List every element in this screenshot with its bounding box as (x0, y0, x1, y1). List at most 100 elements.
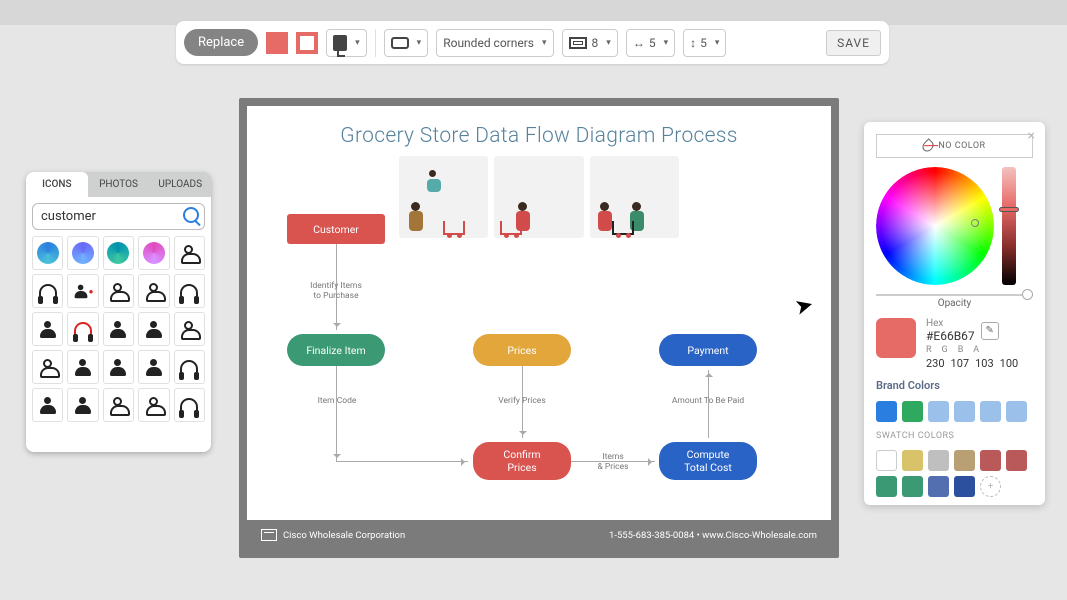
icon-result[interactable] (103, 350, 134, 384)
icon-result[interactable] (138, 236, 169, 270)
padding-v-dropdown[interactable]: ↕ 5 (683, 29, 726, 57)
node-customer[interactable]: Customer (287, 214, 385, 244)
shade-slider[interactable] (1002, 167, 1016, 285)
a-label: A (973, 345, 979, 355)
close-icon[interactable]: × (1028, 128, 1035, 144)
no-color-icon (921, 138, 937, 154)
brand-swatch[interactable] (928, 401, 949, 422)
icon-result[interactable] (103, 236, 134, 270)
b-value[interactable]: 103 (975, 357, 994, 370)
icon-result[interactable] (138, 388, 169, 422)
color-wheel[interactable] (876, 167, 994, 285)
icon-result[interactable]: ● (67, 274, 98, 308)
shape-style-dropdown[interactable] (384, 29, 429, 57)
icon-result[interactable] (138, 312, 169, 346)
swatch[interactable] (876, 450, 897, 471)
r-label: R (926, 345, 932, 355)
search-icon[interactable] (183, 207, 199, 223)
eyedropper-icon[interactable]: ✎ (981, 322, 999, 340)
icon-result[interactable] (32, 350, 63, 384)
paint-roller-icon (333, 35, 347, 51)
node-prices[interactable]: Prices (473, 334, 571, 366)
canvas-page[interactable]: Grocery Store Data Flow Diagram Process … (247, 106, 831, 550)
icon-result[interactable] (32, 312, 63, 346)
replace-button[interactable]: Replace (184, 29, 258, 56)
icon-result[interactable] (103, 274, 134, 308)
brand-swatch[interactable] (876, 401, 897, 422)
node-compute-total-cost[interactable]: Compute Total Cost (659, 442, 757, 480)
no-color-label: NO COLOR (938, 141, 985, 151)
color-wheel-handle[interactable] (971, 219, 979, 227)
icon-result[interactable] (103, 312, 134, 346)
brand-colors-title: Brand Colors (876, 379, 1033, 392)
icon-results-grid: ● (32, 236, 205, 422)
stroke-color-swatch[interactable] (296, 32, 318, 54)
g-value[interactable]: 107 (951, 357, 970, 370)
swatch[interactable] (1006, 450, 1027, 471)
hex-value[interactable]: #E66B67 (926, 329, 975, 343)
border-weight-dropdown[interactable]: 8 (562, 29, 618, 57)
shade-slider-handle[interactable] (999, 207, 1019, 212)
edge-label: Verify Prices (491, 396, 553, 406)
swatch[interactable] (928, 476, 949, 497)
opacity-label: Opacity (938, 298, 972, 309)
rectangle-icon (391, 37, 409, 49)
icon-result[interactable] (32, 274, 63, 308)
swatch[interactable] (980, 450, 1001, 471)
no-color-button[interactable]: NO COLOR (876, 134, 1033, 158)
icon-result[interactable] (174, 350, 205, 384)
icon-result[interactable] (174, 274, 205, 308)
swatch[interactable] (876, 476, 897, 497)
r-value[interactable]: 230 (926, 357, 945, 370)
icon-panel-tabs: ICONS PHOTOS UPLOADS (26, 172, 211, 197)
corner-style-dropdown[interactable]: Rounded corners (436, 29, 553, 57)
swatch[interactable] (902, 476, 923, 497)
icon-search-input[interactable] (32, 203, 205, 230)
icon-result[interactable] (174, 312, 205, 346)
fill-color-swatch[interactable] (266, 32, 288, 54)
icon-result[interactable] (67, 236, 98, 270)
edge-label: Amount To Be Paid (661, 396, 755, 406)
icon-result[interactable] (67, 350, 98, 384)
brand-swatch[interactable] (902, 401, 923, 422)
icon-result[interactable] (103, 388, 134, 422)
swatch[interactable] (928, 450, 949, 471)
icon-result[interactable] (174, 388, 205, 422)
icon-result[interactable] (138, 350, 169, 384)
a-value[interactable]: 100 (1000, 357, 1019, 370)
swatch-colors-title: SWATCH COLORS (876, 431, 1033, 441)
edge (336, 366, 337, 461)
node-payment[interactable]: Payment (659, 334, 757, 366)
edge-label: Identify Items to Purchase (303, 281, 369, 301)
brand-swatch[interactable] (1006, 401, 1027, 422)
footer-contact: 1-555-683-385-0084 • www.Cisco-Wholesale… (609, 530, 817, 541)
add-swatch-button[interactable]: + (980, 476, 1001, 497)
header-illustration (399, 156, 679, 238)
icon-result[interactable] (174, 236, 205, 270)
brand-swatch[interactable] (980, 401, 1001, 422)
icon-result[interactable] (67, 388, 98, 422)
opacity-knob[interactable] (1022, 289, 1033, 300)
save-button[interactable]: SAVE (826, 30, 881, 56)
tab-icons[interactable]: ICONS (26, 172, 88, 197)
arrow-horizontal-icon: ↔ (633, 36, 644, 50)
node-confirm-prices[interactable]: Confirm Prices (473, 442, 571, 480)
toolbar-divider (375, 29, 376, 57)
arrow-vertical-icon: ↕ (690, 36, 695, 50)
icon-result[interactable] (32, 236, 63, 270)
padding-h-dropdown[interactable]: ↔ 5 (626, 29, 675, 57)
icon-search (32, 203, 205, 230)
brand-swatch[interactable] (954, 401, 975, 422)
opacity-slider[interactable] (876, 294, 1033, 296)
icon-result[interactable] (32, 388, 63, 422)
swatch[interactable] (902, 450, 923, 471)
tab-photos[interactable]: PHOTOS (88, 172, 150, 197)
node-finalize-item[interactable]: Finalize Item (287, 334, 385, 366)
tab-uploads[interactable]: UPLOADS (149, 172, 211, 197)
icon-result[interactable] (67, 312, 98, 346)
icon-library-panel: ICONS PHOTOS UPLOADS ● (26, 172, 211, 452)
swatch[interactable] (954, 476, 975, 497)
icon-result[interactable] (138, 274, 169, 308)
swatch[interactable] (954, 450, 975, 471)
format-painter-dropdown[interactable] (326, 29, 367, 57)
